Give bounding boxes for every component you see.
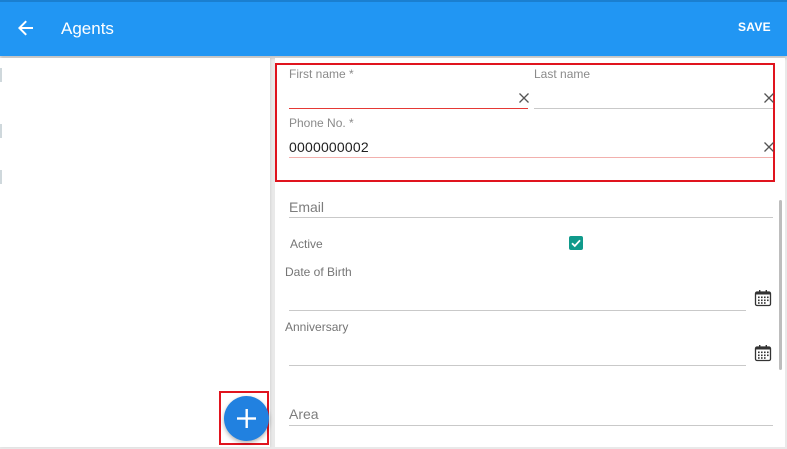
check-icon xyxy=(571,239,581,248)
dob-calendar-icon[interactable] xyxy=(754,289,772,307)
agent-list-panel[interactable] xyxy=(0,58,270,447)
email-input[interactable]: Email xyxy=(289,199,324,215)
form-scrollbar[interactable] xyxy=(779,200,782,370)
app-bar: Agents SAVE xyxy=(0,0,787,56)
first-name-underline xyxy=(289,108,528,109)
add-agent-button[interactable] xyxy=(224,396,269,441)
save-button[interactable]: SAVE xyxy=(738,20,782,38)
last-name-clear-icon[interactable] xyxy=(763,91,775,103)
back-arrow-icon[interactable] xyxy=(14,16,38,40)
last-name-underline xyxy=(534,108,773,109)
list-edge-marker xyxy=(0,170,2,184)
phone-underline xyxy=(289,157,773,158)
anniversary-underline xyxy=(289,365,746,366)
plus-icon xyxy=(237,409,256,428)
anniversary-label: Anniversary xyxy=(285,320,349,334)
list-edge-marker xyxy=(0,124,2,138)
email-underline xyxy=(289,217,773,218)
active-label: Active xyxy=(290,237,323,251)
phone-input[interactable]: 0000000002 xyxy=(289,139,369,155)
first-name-clear-icon[interactable] xyxy=(518,91,530,103)
anniversary-calendar-icon[interactable] xyxy=(754,344,772,362)
page-title: Agents xyxy=(61,19,114,38)
dob-underline xyxy=(289,310,746,311)
dob-label: Date of Birth xyxy=(285,265,352,279)
list-edge-marker xyxy=(0,68,2,82)
active-checkbox[interactable] xyxy=(569,236,583,250)
phone-clear-icon[interactable] xyxy=(763,140,775,152)
phone-label: Phone No. * xyxy=(289,116,354,130)
area-underline xyxy=(289,425,773,426)
first-name-label: First name * xyxy=(289,67,354,81)
app-bar-top-line xyxy=(0,0,787,2)
last-name-label: Last name xyxy=(534,67,591,81)
area-input[interactable]: Area xyxy=(289,406,319,422)
